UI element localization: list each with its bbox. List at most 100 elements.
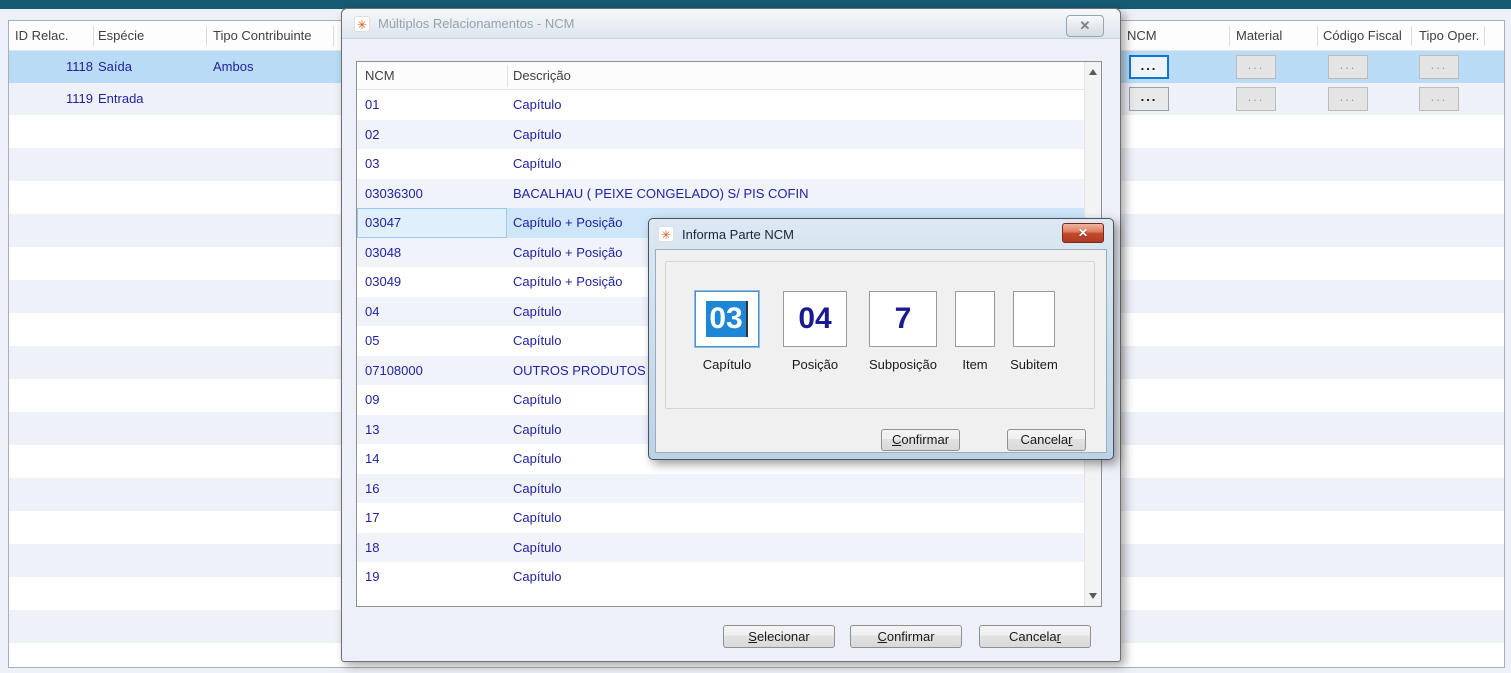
subposicao-field[interactable]: 7 <box>869 291 937 347</box>
cell-ncm: 18 <box>365 539 380 555</box>
column-header-codigo-fiscal: Código Fiscal <box>1323 28 1402 43</box>
cell-id-relac: 1119 <box>66 91 93 106</box>
material-ellipsis-button[interactable]: ... <box>1236 87 1276 111</box>
column-header-material: Material <box>1236 28 1283 43</box>
cancelar-button[interactable]: Cancelar <box>1007 429 1086 451</box>
subitem-label: Subitem <box>1010 357 1058 372</box>
subitem-field[interactable] <box>1013 291 1055 347</box>
button-label: Cancela <box>1020 432 1069 447</box>
button-label: onfirmar <box>901 432 950 447</box>
cell-descricao: Capítulo <box>513 510 562 525</box>
cell-ncm: 03049 <box>365 274 402 289</box>
close-button[interactable]: ✕ <box>1062 223 1104 243</box>
ncm-ellipsis-button[interactable]: ... <box>1129 87 1169 111</box>
cell-ncm: 19 <box>365 569 380 584</box>
dialog-content: 03 Capítulo 04 Posição 7 Subposição Item… <box>655 249 1107 453</box>
column-header-ncm: NCM <box>1127 28 1157 43</box>
subposicao-value: 7 <box>894 302 912 335</box>
cell-tipo-contribuinte: Ambos <box>213 59 254 74</box>
cell-descricao: Capítulo <box>513 480 562 496</box>
cell-ncm: 14 <box>365 451 380 466</box>
button-label: r <box>1068 432 1073 447</box>
column-header-tipo-oper: Tipo Oper. <box>1419 28 1480 43</box>
cell-ncm: 03036300 <box>365 185 423 201</box>
cell-ncm: 13 <box>365 421 380 437</box>
button-label: onfirmar <box>886 629 935 644</box>
scroll-up-button[interactable] <box>1085 64 1102 81</box>
cancelar-button[interactable]: Cancelar <box>979 625 1091 648</box>
scroll-down-button[interactable] <box>1085 587 1102 604</box>
cell-ncm: 02 <box>365 126 380 142</box>
column-header-id-relac: ID Relac. <box>15 28 69 43</box>
ncm-list-row[interactable]: 01 Capítulo <box>357 90 1084 120</box>
list-header: NCM Descrição <box>357 62 1084 90</box>
ncm-list-row[interactable]: 19 Capítulo <box>357 562 1084 592</box>
ncm-list-row[interactable]: 02 Capítulo <box>357 119 1084 149</box>
ncm-list-row[interactable]: 16 Capítulo <box>357 473 1084 503</box>
selecionar-button[interactable]: Selecionar <box>723 625 835 648</box>
capitulo-field[interactable]: 03 <box>695 291 759 347</box>
header-separator <box>93 26 94 46</box>
button-label: C <box>877 629 887 644</box>
cell-descricao: Capítulo <box>513 156 562 171</box>
header-separator <box>1229 26 1230 46</box>
capitulo-value: 03 <box>706 301 748 337</box>
codigo-fiscal-ellipsis-button[interactable]: ... <box>1328 87 1368 111</box>
cell-ncm: 03048 <box>365 244 402 260</box>
cell-id-relac: 1118 <box>66 59 93 74</box>
tipo-oper-ellipsis-button[interactable]: ... <box>1419 87 1459 111</box>
material-ellipsis-button[interactable]: ... <box>1236 55 1276 79</box>
cell-ncm: 07108000 <box>365 362 423 378</box>
cell-ncm: 04 <box>365 303 380 319</box>
button-label: C <box>891 432 902 447</box>
cell-descricao: Capítulo <box>513 539 562 555</box>
dialog-title: Informa Parte NCM <box>682 226 794 242</box>
header-separator <box>1484 26 1485 46</box>
cell-ncm: 16 <box>365 480 380 496</box>
ncm-list-row[interactable]: 03 Capítulo <box>357 149 1084 179</box>
header-separator <box>333 26 334 46</box>
tipo-oper-ellipsis-button[interactable]: ... <box>1419 55 1459 79</box>
column-header-tipo-contribuinte: Tipo Contribuinte <box>213 28 312 43</box>
ncm-ellipsis-button[interactable]: ... <box>1129 55 1169 79</box>
ncm-list-row[interactable]: 18 Capítulo <box>357 532 1084 562</box>
cell-especie: Saída <box>98 59 132 74</box>
button-label: S <box>748 629 757 644</box>
cell-descricao: BACALHAU ( PEIXE CONGELADO) S/ PIS COFIN <box>513 185 809 201</box>
cell-ncm: 09 <box>365 392 380 407</box>
app-icon: ✳ <box>658 226 674 242</box>
header-separator <box>206 26 207 46</box>
cell-descricao: Capítulo <box>513 126 562 142</box>
button-label: Cancela <box>1008 629 1057 644</box>
cell-ncm: 17 <box>365 510 380 525</box>
ncm-list-row[interactable]: 17 Capítulo <box>357 503 1084 533</box>
posicao-value: 04 <box>798 302 832 335</box>
cell-descricao: Capítulo <box>513 569 562 584</box>
codigo-fiscal-ellipsis-button[interactable]: ... <box>1328 55 1368 79</box>
app-icon: ✳ <box>354 15 370 32</box>
posicao-field[interactable]: 04 <box>783 291 847 347</box>
confirmar-button[interactable]: Confirmar <box>881 429 960 451</box>
button-label: elecionar <box>756 629 810 644</box>
column-separator <box>507 65 508 87</box>
cell-ncm: 05 <box>365 333 380 348</box>
list-column-ncm: NCM <box>365 68 395 83</box>
dialog-title-bar[interactable]: ✳ Informa Parte NCM <box>649 219 1113 249</box>
cell-descricao: Capítulo <box>513 97 562 112</box>
dialog-title-bar[interactable]: ✳ Múltiplos Relacionamentos - NCM <box>342 9 1120 39</box>
cell-ncm: 01 <box>365 97 380 112</box>
item-field[interactable] <box>955 291 995 347</box>
header-separator <box>1411 26 1412 46</box>
ncm-list-row[interactable]: 03036300 BACALHAU ( PEIXE CONGELADO) S/ P… <box>357 178 1084 208</box>
cell-especie: Entrada <box>98 91 144 106</box>
subitem-field-group: Subitem <box>993 291 1075 372</box>
cell-ncm: 03 <box>365 156 380 171</box>
close-button[interactable]: ✕ <box>1066 15 1104 37</box>
confirmar-button[interactable]: Confirmar <box>850 625 962 648</box>
header-separator <box>1317 26 1318 46</box>
button-label: r <box>1056 629 1062 644</box>
column-header-especie: Espécie <box>98 28 145 43</box>
list-column-descricao: Descrição <box>513 68 571 83</box>
informa-parte-ncm-dialog: ✳ Informa Parte NCM ✕ 03 Capítulo 04 Pos… <box>648 218 1114 460</box>
dialog-title: Múltiplos Relacionamentos - NCM <box>378 16 575 31</box>
